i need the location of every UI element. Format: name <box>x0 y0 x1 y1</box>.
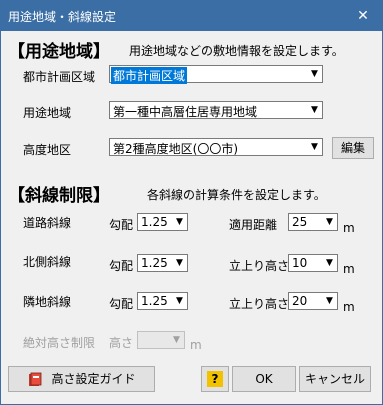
chevron-down-icon[interactable]: ▼ <box>172 293 187 309</box>
height-district-label: 高度地区 <box>23 143 72 157</box>
use-district-select[interactable]: 第一種中高層住居専用地域 ▼ <box>109 101 323 119</box>
meter-unit: m <box>343 300 355 314</box>
chevron-down-icon[interactable]: ▼ <box>322 255 337 271</box>
city-area-value: 都市計画区域 <box>111 67 188 84</box>
north-slant-label: 北側斜線 <box>23 255 72 269</box>
zoning-description: 用途地域などの敷地情報を設定します。 <box>129 44 344 58</box>
chevron-down-icon[interactable]: ▼ <box>322 214 337 230</box>
north-rise-select[interactable]: 10 ▼ <box>288 254 338 272</box>
north-param-label: 立上り高さ <box>229 259 290 273</box>
chevron-down-icon[interactable]: ▼ <box>322 293 337 309</box>
chevron-down-icon[interactable]: ▼ <box>307 66 322 82</box>
north-rise-value: 10 <box>292 256 308 270</box>
zoning-heading: 【用途地域】 <box>8 42 110 62</box>
height-district-select[interactable]: 第2種高度地区(〇〇市) ▼ <box>109 138 323 156</box>
slant-heading: 【斜線制限】 <box>8 186 110 206</box>
adjacent-slant-label: 隣地斜線 <box>23 295 72 309</box>
slope-label: 勾配 <box>109 297 134 311</box>
edit-button[interactable]: 編集 <box>332 137 374 159</box>
chevron-down-icon[interactable]: ▼ <box>172 255 187 271</box>
absolute-height-label: 絶対高さ制限 <box>23 336 96 350</box>
cancel-button[interactable]: キャンセル <box>299 366 371 392</box>
height-district-value: 第2種高度地区(〇〇市) <box>113 142 238 156</box>
close-icon[interactable]: ✕ <box>351 6 375 26</box>
road-param-label: 適用距離 <box>229 218 278 232</box>
chevron-down-icon[interactable]: ▼ <box>172 214 187 230</box>
slope-label: 勾配 <box>109 218 134 232</box>
slant-description: 各斜線の計算条件を設定します。 <box>147 188 326 202</box>
absolute-unit: m <box>190 338 202 352</box>
title-bar[interactable]: 用途地域・斜線設定 ✕ <box>1 1 382 31</box>
absolute-height-select[interactable]: ▼ <box>137 331 185 349</box>
use-district-label: 用途地域 <box>23 106 72 120</box>
book-icon <box>27 372 45 388</box>
city-area-label: 都市計画区域 <box>23 70 96 84</box>
road-slope-value: 1.25 <box>141 215 168 229</box>
city-area-select[interactable]: 都市計画区域 ▼ <box>109 65 323 84</box>
meter-unit: m <box>343 221 355 235</box>
help-icon: ? <box>207 371 223 387</box>
road-slope-select[interactable]: 1.25 ▼ <box>137 213 188 231</box>
adjacent-slope-value: 1.25 <box>141 294 168 308</box>
adjacent-param-label: 立上り高さ <box>229 297 290 311</box>
chevron-down-icon[interactable]: ▼ <box>307 139 322 155</box>
north-slope-value: 1.25 <box>141 256 168 270</box>
road-distance-value: 25 <box>292 215 308 229</box>
ok-button[interactable]: OK <box>232 366 296 392</box>
road-distance-select[interactable]: 25 ▼ <box>288 213 338 231</box>
height-guide-button[interactable]: 高さ設定ガイド <box>8 366 155 392</box>
adjacent-rise-value: 20 <box>292 294 308 308</box>
meter-unit: m <box>343 262 355 276</box>
window-title: 用途地域・斜線設定 <box>8 10 117 24</box>
help-button[interactable]: ? <box>201 366 229 392</box>
adjacent-slope-select[interactable]: 1.25 ▼ <box>137 292 188 310</box>
road-slant-label: 道路斜線 <box>23 216 72 230</box>
chevron-down-icon[interactable]: ▼ <box>307 102 322 118</box>
absolute-height-sub-label: 高さ <box>109 336 134 350</box>
use-district-value: 第一種中高層住居専用地域 <box>113 105 258 119</box>
chevron-down-icon[interactable]: ▼ <box>169 332 184 348</box>
height-guide-label: 高さ設定ガイド <box>51 372 136 386</box>
adjacent-rise-select[interactable]: 20 ▼ <box>288 292 338 310</box>
slope-label: 勾配 <box>109 259 134 273</box>
zoning-slant-dialog: 用途地域・斜線設定 ✕ 【用途地域】 用途地域などの敷地情報を設定します。 都市… <box>0 0 383 405</box>
north-slope-select[interactable]: 1.25 ▼ <box>137 254 188 272</box>
